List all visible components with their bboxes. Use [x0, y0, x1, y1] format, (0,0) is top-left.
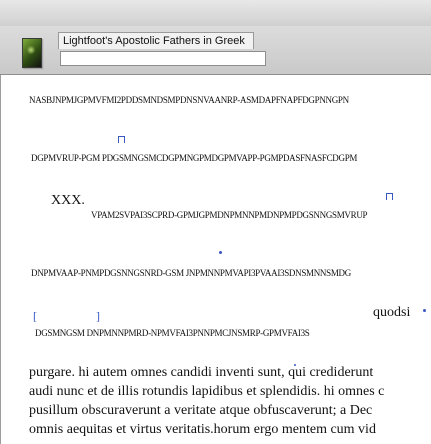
verse-dot[interactable]: [423, 309, 426, 312]
note-marker[interactable]: [386, 193, 393, 200]
interlinear-tags-line-1: NASBJNPMJGPMVFMI2PDDSMNDSMPDNSNVAANRP-AS…: [29, 95, 349, 105]
interlinear-tags-line-3: VPAM2SVPAI3SCPRD-GPMJGPMDNPMNNPMDNPMPDGS…: [91, 210, 368, 220]
book-icon: [22, 38, 42, 68]
verse-dot[interactable]: [219, 251, 222, 254]
interlinear-tags-line-5: DGSMNGSM DNPMNNPMRD-NPMVFAI3PNNPMCJNSMRP…: [35, 328, 310, 338]
latin-line-4: omnis aequitas et virtus veritatis.horum…: [29, 422, 376, 437]
latin-line-3: pusillum obscuraverunt a veritate atque …: [29, 403, 373, 418]
window-title-bar: [0, 0, 431, 27]
browser-toolbar: Lightfoot's Apostolic Fathers in Greek: [0, 26, 431, 75]
interlinear-tags-line-2: DGPMVRUP-PGM PDGSMNGSMCDGPMNGPMDGPMVAPP-…: [31, 153, 358, 163]
interlinear-tags-line-4: DNPMVAAP-PNMPDGSNNGSNRD-GSM JNPMNNPMVAPI…: [31, 268, 351, 278]
note-marker[interactable]: [118, 136, 125, 143]
document-content: NASBJNPMJGPMVFMI2PDDSMNDSMPDNSNVAANRP-AS…: [0, 75, 431, 444]
tab-lightfoot[interactable]: Lightfoot's Apostolic Fathers in Greek: [58, 32, 254, 49]
address-field[interactable]: [60, 51, 266, 66]
word-quodsi: quodsi: [373, 305, 411, 320]
latin-line-1: purgare. hi autem omnes candidi inventi …: [29, 365, 374, 380]
bracket-left[interactable]: [: [33, 309, 37, 324]
bracket-right[interactable]: ]: [96, 309, 100, 324]
verse-dot[interactable]: [294, 364, 296, 366]
latin-line-2: audi nunc et de illis rotundis lapidibus…: [29, 384, 385, 399]
chapter-heading: XXX.: [51, 193, 85, 208]
